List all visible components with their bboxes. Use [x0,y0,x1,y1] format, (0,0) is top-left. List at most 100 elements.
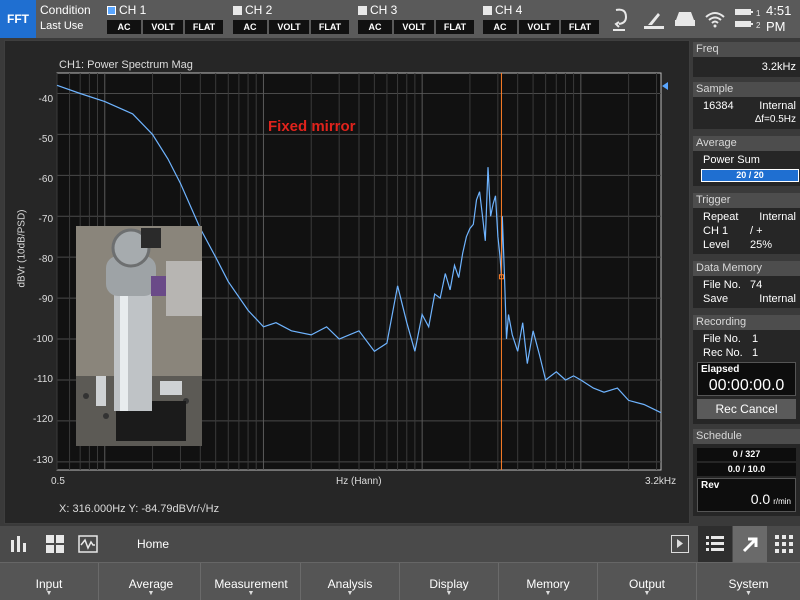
battery-2-label: 2 [756,21,761,30]
trigger-slope-value: / + [750,225,763,237]
menu-input[interactable]: Input ▼ [0,563,99,600]
trigger-level-value: 25% [750,239,773,251]
plot-title: CH1: Power Spectrum Mag [59,59,193,71]
chevron-down-icon: ▼ [346,590,354,597]
y-tick-label: -130 [32,455,53,466]
data-memory-save-value: Internal [759,293,796,305]
sample-source: Internal [759,100,796,112]
trigger-mode-value: Internal [759,211,796,223]
recording-title: Recording [693,315,800,330]
clock-time: 4:51 [766,3,792,18]
schedule-title: Schedule [693,429,800,444]
recording-section[interactable]: Recording File No. 1 Rec No. 1 Elapsed 00:… [693,315,800,424]
average-title: Average [693,136,800,151]
diagonal-arrow-icon [742,537,758,553]
x-tick-end: 3.2kHz [645,476,677,487]
sample-section[interactable]: Sample 16384 Internal ∆f=0.5Hz [693,82,800,129]
sample-resolution: ∆f=0.5Hz [755,114,796,125]
chevron-down-icon: ▼ [445,590,453,597]
sample-points: 16384 [703,100,734,112]
layout-grid-icon[interactable] [45,534,65,554]
home-breadcrumb[interactable]: Home [137,537,169,551]
chevron-down-icon: ▼ [247,590,255,597]
x-axis-label: Hz (Hann) [336,476,382,487]
menu-display[interactable]: Display ▼ [400,563,499,600]
chevron-down-icon: ▼ [45,590,53,597]
recording-rec-value: 1 [752,347,759,359]
y-tick-label: -50 [38,134,53,145]
play-button[interactable] [671,535,689,553]
menu-system[interactable]: System ▼ [697,563,800,600]
trigger-level-key: Level [703,239,730,251]
menu-label: Average [128,577,174,591]
average-section[interactable]: Average Power Sum 20 / 20 [693,136,800,186]
data-memory-title: Data Memory [693,261,800,276]
chevron-down-icon: ▼ [745,590,752,597]
trigger-section[interactable]: Trigger Repeat Internal CH 1 / + Level 25% [693,193,800,254]
play-icon [677,539,683,548]
y-tick-label: -120 [32,414,53,425]
chevron-down-icon: ▼ [147,590,155,597]
menu-measurement[interactable]: Measurement ▼ [202,563,301,600]
rev-label: Rev [701,480,720,491]
average-mode: Power Sum [703,154,760,166]
y-tick-label: -60 [38,174,53,185]
menu-analysis[interactable]: Analysis ▼ [301,563,400,600]
elapsed-display: Elapsed 00:00:00.0 [697,362,796,396]
settings-sidebar: Freq 3.2kHz Sample 16384 Internal ∆f=0.5H… [693,40,800,524]
menu-label: Analysis [327,577,373,591]
wifi-icon [705,12,725,28]
freq-value: 3.2kHz [693,57,800,77]
mirror-photo [76,226,202,446]
menu-label: Output [628,577,666,591]
elapsed-value: 00:00:00.0 [708,377,785,394]
clock-ampm: PM [766,19,786,34]
chevron-down-icon: ▼ [544,590,552,597]
schedule-count: 0 / 327 [697,448,796,461]
chevron-down-icon: ▼ [643,590,651,597]
y-tick-label: -100 [32,334,53,345]
y-tick-label: -80 [38,254,53,265]
data-memory-file-value: 74 [750,279,763,291]
menu-label: Memory [526,577,570,591]
recording-file-value: 1 [752,333,759,345]
y-tick-label: -110 [33,374,53,385]
elapsed-label: Elapsed [701,364,740,375]
y-tick-label: -90 [38,294,53,305]
menu-label: Display [429,577,469,591]
apps-button[interactable] [767,526,800,562]
list-view-button[interactable] [698,526,732,562]
data-memory-section[interactable]: Data Memory File No. 74 Save Internal [693,261,800,308]
trigger-title: Trigger [693,193,800,208]
rev-value: 0.0 [750,491,771,507]
bottom-toolbar: Home [0,526,800,562]
annotation-text: Fixed mirror [268,118,356,135]
menu-output[interactable]: Output ▼ [598,563,697,600]
main-menu-bar: Input ▼ Average ▼ Measurement ▼ Analysis ▼ D… [0,562,800,600]
trigger-source-key: CH 1 [703,225,729,237]
reference-marker[interactable] [662,82,668,90]
bar-chart-icon[interactable] [9,534,29,554]
schedule-time: 0.0 / 10.0 [697,463,796,476]
jump-button[interactable] [733,526,767,562]
sample-title: Sample [693,82,800,97]
menu-label: Measurement [214,577,288,591]
trigger-mode-key: Repeat [703,211,739,223]
average-progress-bar: 20 / 20 [701,169,799,182]
rec-cancel-button[interactable]: Rec Cancel [697,399,796,419]
data-memory-save-key: Save [703,293,729,305]
menu-average[interactable]: Average ▼ [102,563,201,600]
data-memory-file-key: File No. [703,279,741,291]
freq-section[interactable]: Freq 3.2kHz [693,42,800,77]
battery-icon: 12 [735,9,761,30]
recording-file-key: File No. [703,333,741,345]
clock: 4:51 PM [766,3,791,35]
recording-rec-key: Rec No. [703,347,743,359]
fft-analyzer-screen: FFT Condition Last Use CH 1 AC VOLT FLAT C… [0,0,800,600]
y-tick-label: -70 [38,214,53,225]
cursor-readout: X: 316.000Hz Y: -84.79dBVr/√Hz [59,503,220,515]
x-tick-start: 0.5 [51,476,65,487]
schedule-section[interactable]: Schedule 0 / 327 0.0 / 10.0 Rev 0.0 r/mi… [693,429,800,516]
waveform-icon[interactable] [78,534,98,554]
menu-memory[interactable]: Memory ▼ [499,563,598,600]
